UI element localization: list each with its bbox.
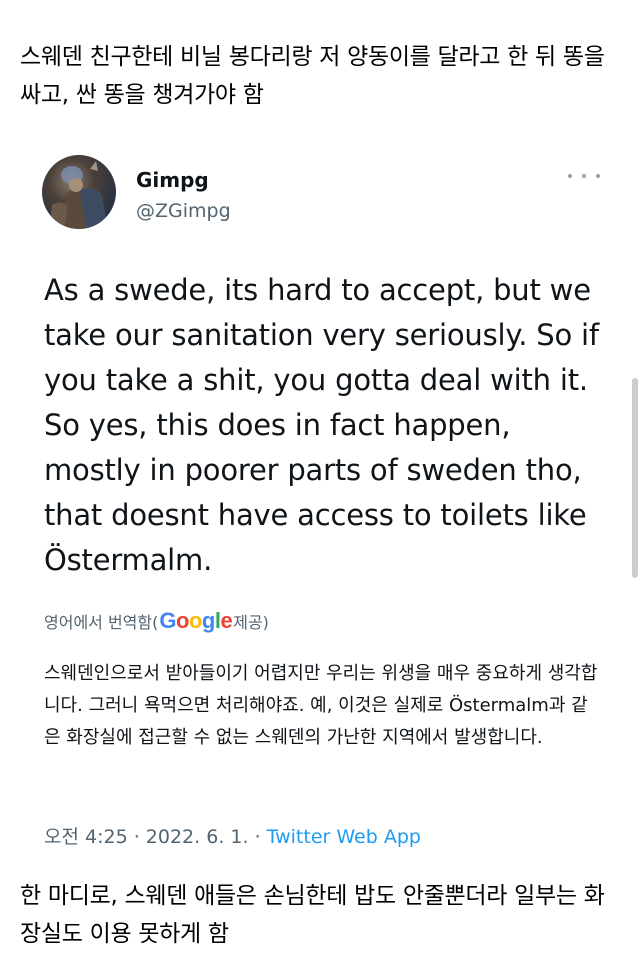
post-caption: 스웨덴 친구한테 비닐 봉다리랑 저 양동이를 달라고 한 뒤 똥을 싸고, 싼… <box>20 44 605 108</box>
display-name[interactable]: Gimpg <box>136 168 209 192</box>
google-logo: Google <box>159 608 233 633</box>
translated-text: 스웨덴인으로서 받아들이기 어렵지만 우리는 위생을 매우 중요하게 생각합니다… <box>44 663 598 748</box>
tweet-timestamp: 오전 4:25 · 2022. 6. 1. · Twitter Web App <box>44 822 421 849</box>
post-footer: 한 마디로, 스웨덴 애들은 손님한테 밥도 안줄뿐더라 일부는 화장실도 이용… <box>20 883 605 947</box>
separator-dot: · <box>248 826 267 848</box>
tweet-date[interactable]: 2022. 6. 1. <box>146 826 249 848</box>
separator-dot: · <box>127 826 146 848</box>
source-app-link[interactable]: Twitter Web App <box>267 826 421 848</box>
avatar-image <box>50 161 108 229</box>
scrollbar[interactable] <box>630 378 640 578</box>
more-horizontal-icon[interactable] <box>568 166 600 186</box>
tweet-text: As a swede, its hard to accept, but we t… <box>44 273 599 577</box>
translation-prefix: 영어에서 번역함( <box>44 613 159 632</box>
tweet-card: Gimpg @ZGimpg As a swede, its hard to ac… <box>0 130 640 860</box>
user-handle[interactable]: @ZGimpg <box>136 200 231 222</box>
avatar[interactable] <box>42 155 116 229</box>
translation-attribution: 영어에서 번역함( Google 제공) <box>44 608 269 634</box>
tweet-time[interactable]: 오전 4:25 <box>44 826 128 848</box>
scrollbar-thumb[interactable] <box>632 378 638 578</box>
translation-suffix: 제공) <box>233 613 269 632</box>
